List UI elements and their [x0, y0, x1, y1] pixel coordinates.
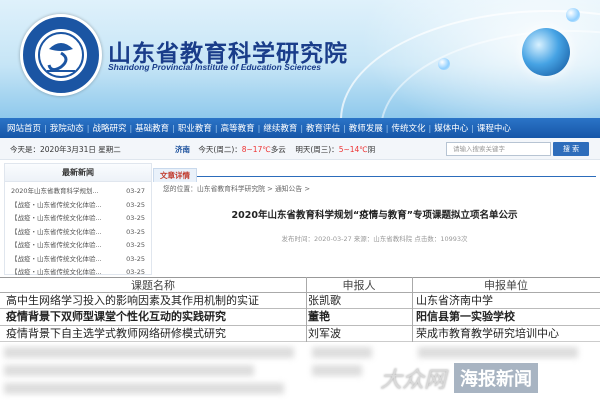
search-button[interactable]: 搜 索: [553, 142, 589, 156]
logo-emblem: [35, 29, 87, 81]
table-row: 疫情背景下自主选学式教师网络研修模式研究 刘军波 荣成市教育教学研究培训中心: [0, 326, 600, 342]
nav-item-continuing[interactable]: 继续教育: [260, 122, 300, 134]
column-header-title: 课题名称: [131, 279, 175, 292]
light-orb: [566, 8, 580, 22]
weather-city: 济南: [175, 145, 190, 154]
table-row: 疫情背景下双师型课堂个性化互动的实践研究 董艳 阳信县第一实验学校: [0, 309, 600, 326]
cell-unit: 阳信县第一实验学校: [416, 310, 515, 323]
nav-item-assessment[interactable]: 教育评估: [303, 122, 343, 134]
nav-item-news[interactable]: 我院动态: [47, 122, 87, 134]
blurred-text: [418, 347, 578, 358]
table-header-row: 课题名称 申报人 申报单位: [0, 277, 600, 293]
nav-item-strategy[interactable]: 战略研究: [89, 122, 129, 134]
main-nav: 网站首页 | 我院动态 | 战略研究 | 基础教育 | 职业教育 | 高等教育 | 继续教育…: [0, 118, 600, 138]
news-item-date: 03-25: [126, 214, 145, 222]
info-bar: 今天是：2020年3月31日 星期二 济南 今天(周二)：8~17℃多云 明天(…: [0, 138, 600, 160]
column-header-unit: 申报单位: [484, 279, 528, 292]
news-item-date: 03-27: [126, 187, 145, 195]
news-item-title[interactable]: 【战疫・山东省传统文化体验...: [11, 253, 102, 267]
nav-item-vocational[interactable]: 职业教育: [175, 122, 215, 134]
site-logo[interactable]: [20, 14, 102, 96]
blurred-text: [4, 347, 294, 358]
watermark: 大众网 海报新闻: [380, 358, 539, 398]
cell-person: 刘军波: [308, 327, 341, 340]
tab-article-detail[interactable]: 文章详情: [153, 168, 197, 182]
news-item[interactable]: 【战疫・山东省传统文化体验... 03-25: [11, 253, 145, 267]
column-divider: [306, 277, 307, 342]
weather-today-label: 今天(周二)：: [198, 145, 242, 154]
news-item-date: 03-25: [126, 200, 145, 209]
watermark-dazhong: 大众网: [380, 368, 447, 393]
logo-mark-icon: [38, 32, 84, 78]
nav-item-culture[interactable]: 传统文化: [388, 122, 428, 134]
news-item-date: 03-25: [126, 254, 145, 263]
news-item[interactable]: 【战疫・山东省传统文化体验... 03-25: [11, 239, 145, 253]
news-item-date: 03-25: [126, 241, 145, 249]
current-date: 今天是：2020年3月31日 星期二: [10, 145, 121, 154]
news-item-title[interactable]: 【战疫・山东省传统文化体验...: [11, 212, 102, 226]
blurred-text: [312, 365, 362, 376]
nav-item-home[interactable]: 网站首页: [4, 122, 44, 134]
article-panel: 文章详情 您的位置：山东省教育科学研究院 > 通知公告 > 2020年山东省教育…: [153, 163, 596, 275]
weather-tomorrow-desc: 阴: [367, 145, 376, 154]
news-item[interactable]: 【战疫・山东省传统文化体验... 03-25: [11, 212, 145, 226]
news-item-title[interactable]: 【战疫・山东省传统文化体验...: [11, 199, 102, 213]
latest-news-title: 最新新闻: [5, 164, 151, 182]
site-subtitle: Shandong Provincial Institute of Educati…: [108, 62, 322, 72]
news-item[interactable]: 2020年山东省教育科学规划... 03-27: [11, 185, 145, 199]
table-row: 高中生网络学习投入的影响因素及其作用机制的实证 张凯歌 山东省济南中学: [0, 293, 600, 309]
news-list: 2020年山东省教育科学规划... 03-27 【战疫・山东省传统文化体验... 0…: [5, 182, 151, 280]
search-input[interactable]: 请输入搜索关键字: [446, 142, 551, 156]
blurred-text: [4, 365, 254, 376]
weather-tomorrow-temp: 5~14℃: [338, 145, 368, 154]
weather-today-desc: 多云: [270, 145, 286, 154]
cell-unit: 荣成市教育教学研究培训中心: [416, 327, 559, 340]
watermark-haibao: 海报新闻: [454, 363, 539, 393]
column-header-person: 申报人: [342, 279, 376, 292]
news-item[interactable]: 【战疫・山东省传统文化体验... 03-25: [11, 199, 145, 213]
cell-person: 董艳: [308, 310, 330, 323]
article-tabbar: 文章详情: [153, 163, 596, 182]
news-item-title[interactable]: 【战疫・山东省传统文化体验...: [11, 239, 102, 253]
blurred-text: [312, 347, 372, 358]
cell-person: 张凯歌: [308, 294, 341, 307]
blurred-text: [4, 383, 284, 394]
light-orb: [438, 58, 450, 70]
nav-item-course[interactable]: 课程中心: [474, 122, 514, 134]
nav-item-teacher[interactable]: 教师发展: [346, 122, 386, 134]
weather-today-temp: 8~17℃: [241, 145, 271, 154]
news-item-title[interactable]: 2020年山东省教育科学规划...: [11, 185, 99, 199]
weather-widget: 济南 今天(周二)：8~17℃多云 明天(周三)：5~14℃阴: [175, 144, 375, 155]
nav-item-higher-edu[interactable]: 高等教育: [218, 122, 258, 134]
news-item-title[interactable]: 【战疫・山东省传统文化体验...: [11, 226, 102, 240]
news-item[interactable]: 【战疫・山东省传统文化体验... 03-25: [11, 226, 145, 240]
article-title: 2020年山东省教育科学规划“疫情与教育”专项课题拟立项名单公示: [231, 210, 518, 221]
site-header: 山东省教育科学研究院 Shandong Provincial Institute…: [0, 0, 600, 118]
cell-title: 高中生网络学习投入的影响因素及其作用机制的实证: [6, 294, 259, 307]
latest-news-panel: 最新新闻 2020年山东省教育科学规划... 03-27 【战疫・山东省传统文化体…: [4, 163, 152, 276]
cell-unit: 山东省济南中学: [416, 294, 493, 307]
cell-title: 疫情背景下自主选学式教师网络研修模式研究: [6, 327, 226, 340]
news-item-date: 03-25: [126, 227, 145, 236]
column-divider: [412, 277, 413, 342]
globe-icon: [522, 28, 570, 76]
article-meta: 发布时间：2020-03-27 来源：山东省教科院 点击数：10993次: [281, 235, 468, 243]
weather-tomorrow-label: 明天(周三)：: [295, 145, 339, 154]
nav-item-basic-edu[interactable]: 基础教育: [132, 122, 172, 134]
cell-title: 疫情背景下双师型课堂个性化互动的实践研究: [6, 310, 226, 323]
nav-item-media[interactable]: 媒体中心: [431, 122, 471, 134]
breadcrumb[interactable]: 您的位置：山东省教育科学研究院 > 通知公告 >: [163, 183, 596, 193]
